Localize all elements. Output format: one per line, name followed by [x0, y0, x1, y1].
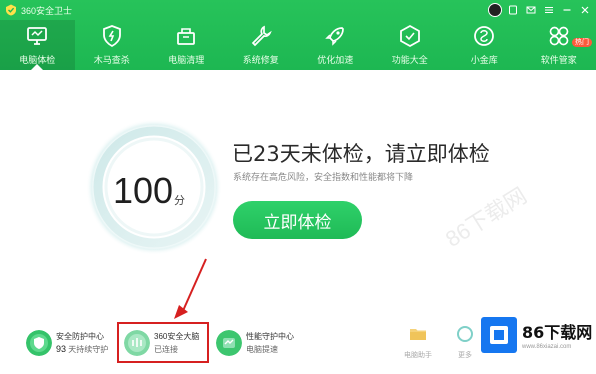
site-logo: 86下载网 www.86xiazai.com — [478, 313, 596, 356]
nav-item-cleanup[interactable]: 电脑清理 — [149, 20, 224, 70]
feature-title: 安全防护中心 — [56, 332, 104, 341]
score-unit: 分 — [174, 195, 185, 207]
nav-item-trojan-scan[interactable]: 木马查杀 — [75, 20, 150, 70]
site-name: 86下载网 — [522, 323, 593, 342]
site-logo-mark — [481, 316, 517, 353]
shield-leaf-icon — [26, 330, 52, 356]
nav-item-speedup[interactable]: 优化加速 — [298, 20, 373, 70]
nav-label: 优化加速 — [317, 55, 354, 65]
feature-title: 性能守护中心 — [246, 332, 294, 341]
performance-icon — [216, 330, 242, 356]
butterfly-icon — [549, 26, 569, 46]
nav-item-software-manager[interactable]: 软件管家 热门 — [522, 20, 596, 70]
checkup-headline: 已23天未体检，请立即体检 — [232, 142, 490, 166]
shield-coin-icon — [474, 26, 495, 46]
tool-label: 电脑助手 — [404, 352, 432, 359]
score-value: 100 — [113, 170, 174, 211]
nav-label: 电脑清理 — [168, 55, 205, 65]
minimize-icon[interactable] — [560, 3, 574, 17]
app-title: 360安全卫士 — [21, 6, 73, 16]
hexagon-icon — [399, 24, 420, 48]
monitor-icon — [27, 27, 48, 45]
circle-icon — [457, 326, 473, 342]
annotation-arrow — [174, 258, 207, 319]
feature-security-center[interactable]: 安全防护中心 93 天持续守护 — [26, 324, 108, 362]
close-icon[interactable] — [578, 3, 592, 17]
highlight-box — [117, 322, 209, 363]
nav-label: 功能大全 — [391, 55, 428, 65]
avatar[interactable] — [488, 3, 502, 17]
nav-label: 软件管家 — [540, 55, 577, 65]
feature-performance-center[interactable]: 性能守护中心 电脑提速 — [216, 324, 294, 362]
nav-item-vault[interactable]: 小金库 — [447, 20, 522, 70]
menu-icon[interactable] — [542, 3, 556, 17]
title-bar: 360安全卫士 — [0, 0, 596, 20]
nav-label: 电脑体检 — [19, 55, 56, 65]
app-logo-icon — [6, 4, 16, 16]
nav-item-computer-checkup[interactable]: 电脑体检 — [0, 20, 75, 70]
broom-icon — [177, 28, 196, 45]
nav-label: 木马查杀 — [93, 55, 130, 65]
rocket-icon — [325, 27, 345, 46]
nav-item-all-features[interactable]: 功能大全 — [373, 20, 448, 70]
skin-icon[interactable] — [506, 3, 520, 17]
watermark: 86下载网 — [441, 182, 532, 252]
checkup-subline: 系统存在高危风险，安全指数和性能都将下降 — [233, 172, 414, 182]
main-nav: 电脑体检 木马查杀 电脑清理 系统修复 优化加速 功能大全 小金库 软件管家 热… — [0, 20, 596, 70]
nav-label: 小金库 — [470, 55, 498, 65]
folder-icon — [410, 329, 426, 340]
protect-days-count: 93 — [56, 344, 67, 354]
shield-icon — [102, 25, 121, 48]
mail-icon[interactable] — [524, 3, 538, 17]
hot-badge: 热门 — [572, 38, 592, 47]
nav-item-system-repair[interactable]: 系统修复 — [224, 20, 299, 70]
check-now-button[interactable]: 立即体检 — [233, 201, 362, 239]
feature-sub: 电脑提速 — [246, 345, 278, 354]
wrench-icon — [251, 25, 272, 47]
window-controls — [488, 2, 592, 18]
nav-label: 系统修复 — [242, 55, 279, 65]
top-bar: 360安全卫士 电脑体检 木马查杀 电脑清理 系统修复 优化加速 功能大全 小金… — [0, 0, 596, 70]
site-url: www.86xiazai.com — [522, 344, 572, 350]
feature-sub: 天持续守护 — [68, 345, 109, 354]
tool-assistant[interactable]: 电脑助手 — [393, 325, 443, 360]
